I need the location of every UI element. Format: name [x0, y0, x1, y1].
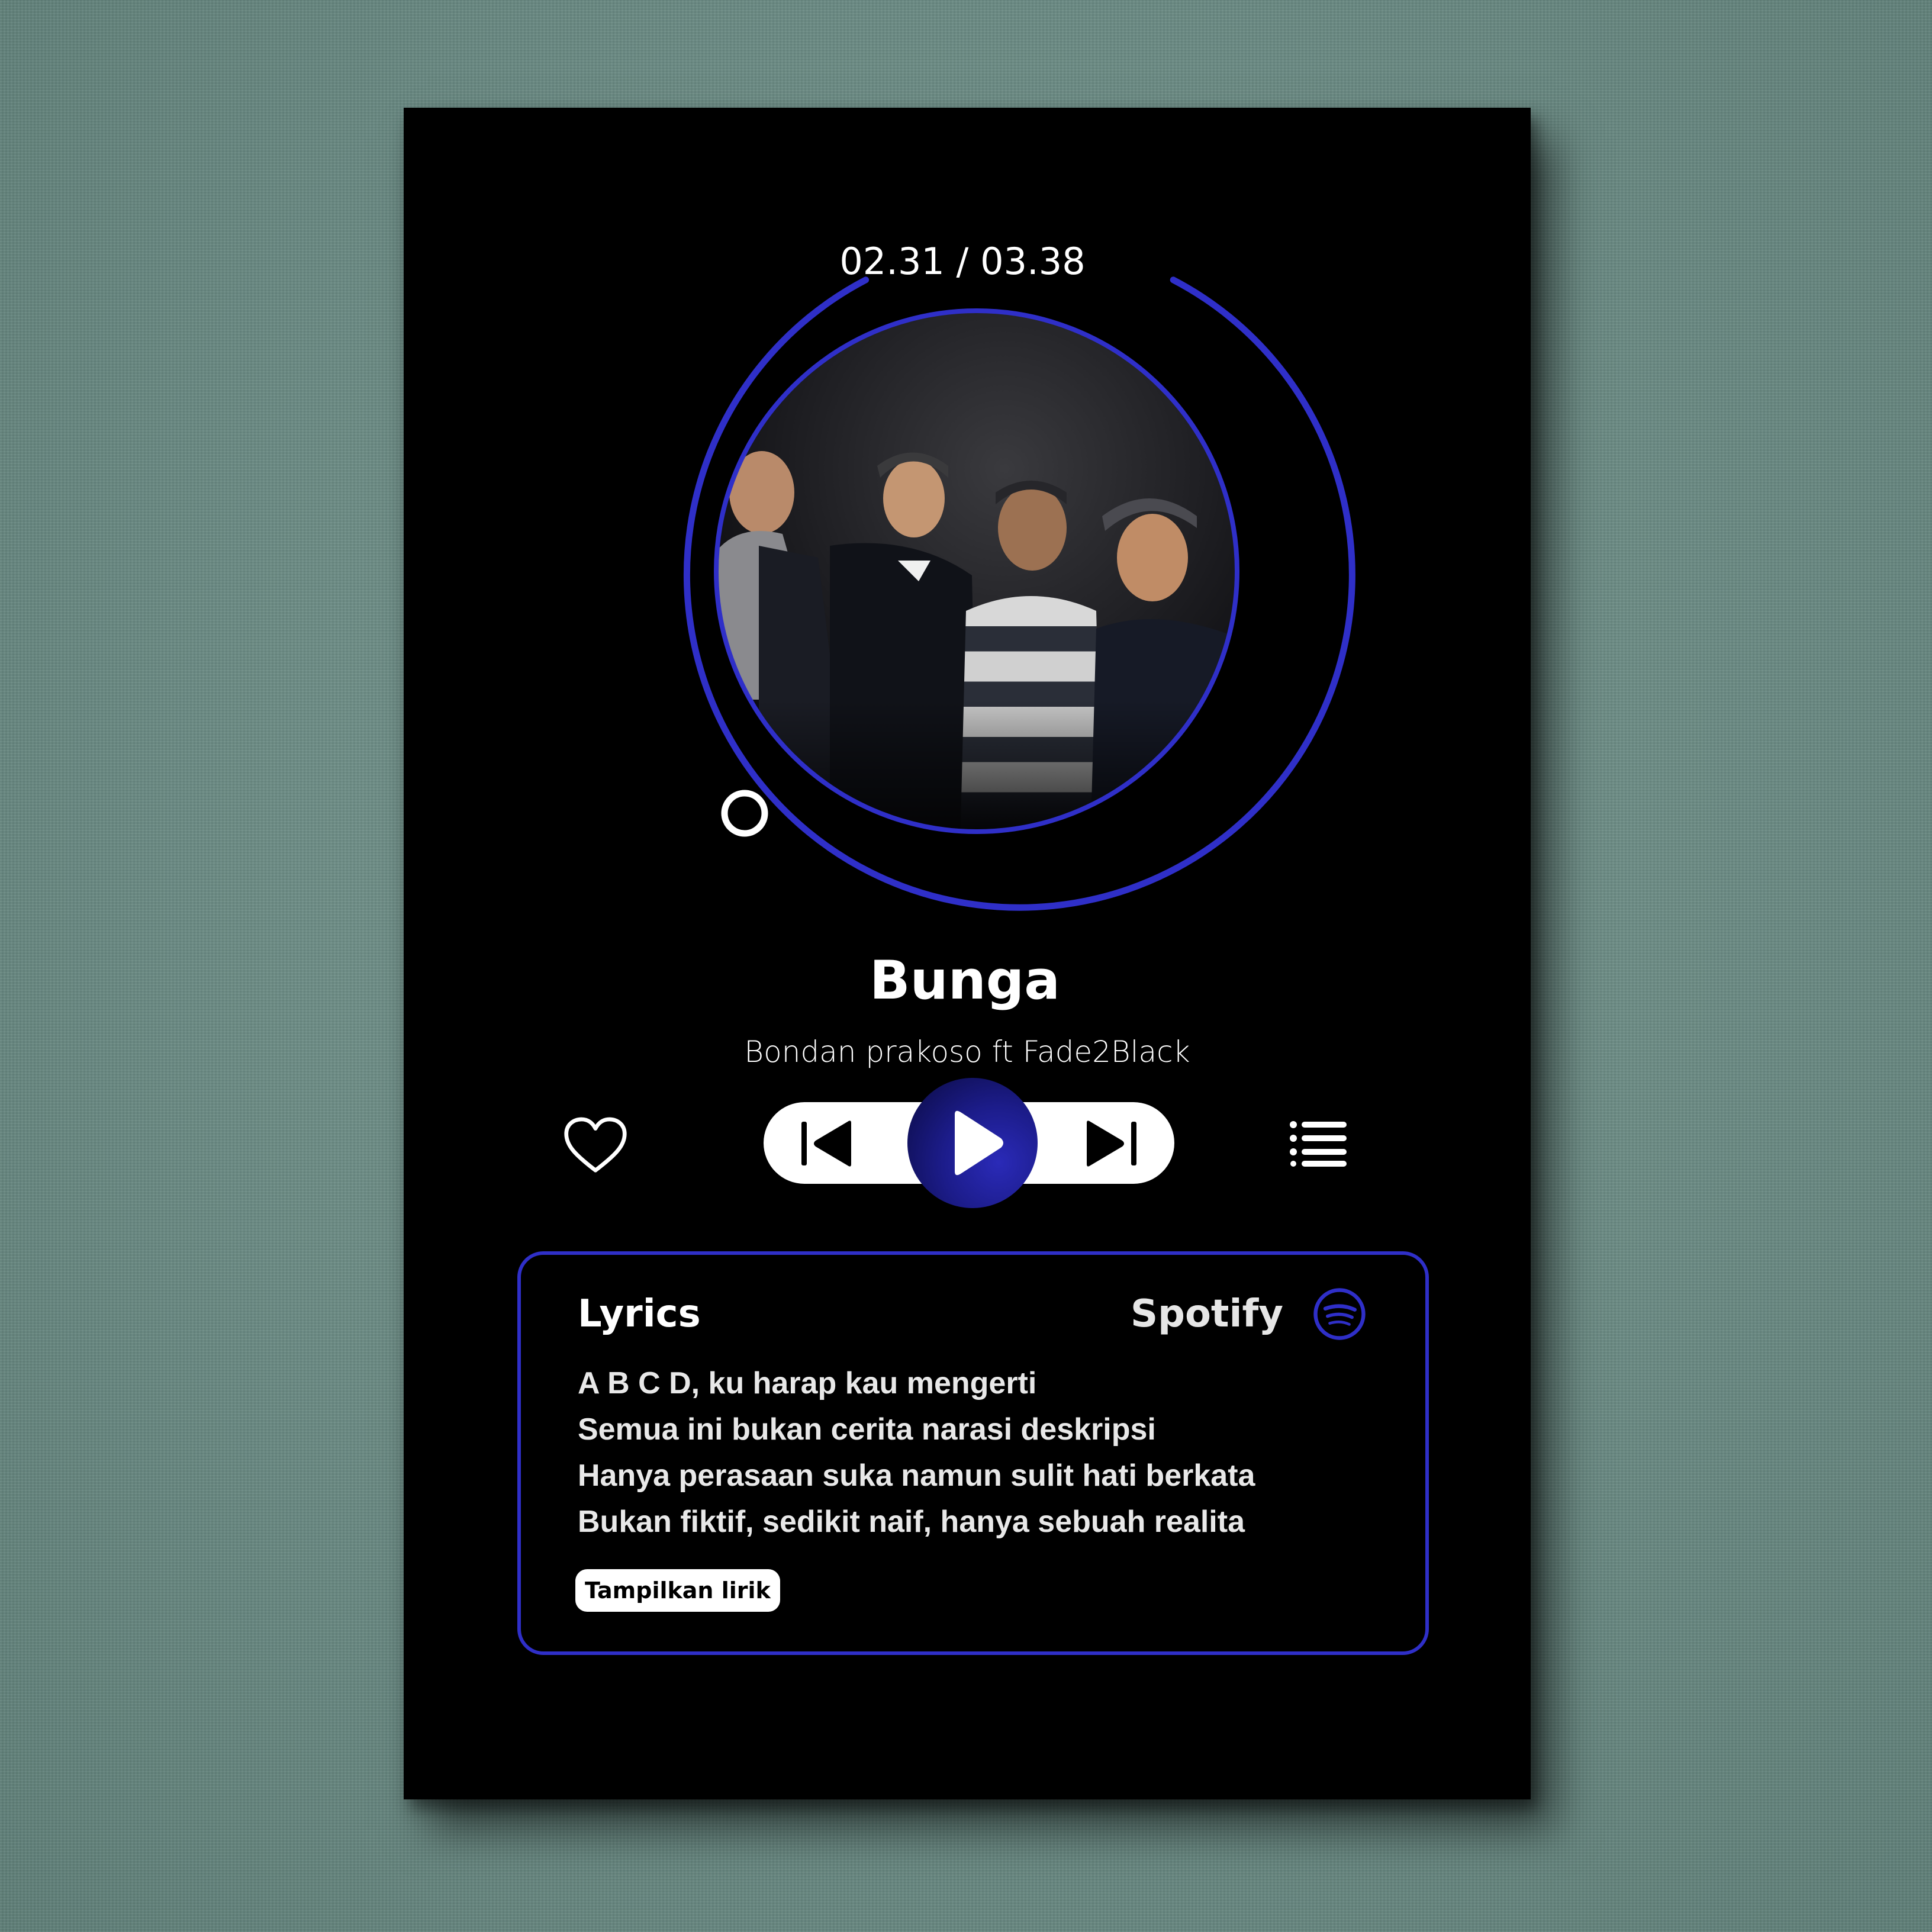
album-disc: [683, 276, 1355, 911]
lyric-line: Semua ini bukan cerita narasi deskripsi: [578, 1412, 1156, 1447]
lyric-line: Bukan fiktif, sedikit naif, hanya sebuah…: [578, 1505, 1245, 1539]
lyric-lines: A B C D, ku harap kau mengerti Semua ini…: [578, 1360, 1395, 1545]
skip-previous-icon[interactable]: [794, 1117, 859, 1170]
lyrics-heading: Lyrics: [578, 1292, 701, 1336]
lyrics-panel: Lyrics Spotify A B C D, ku harap kau men…: [517, 1251, 1429, 1655]
track-title: Bunga: [870, 949, 1060, 1012]
music-player-poster: 02.31 / 03.38 Bunga Bondan prakoso ft Fa…: [404, 108, 1531, 1799]
spotify-icon[interactable]: [1312, 1287, 1367, 1341]
skip-next-icon[interactable]: [1078, 1117, 1144, 1170]
spotify-label: Spotify: [1131, 1292, 1283, 1336]
progress-knob[interactable]: [721, 790, 768, 837]
track-artist: Bondan prakoso ft Fade2Black: [744, 1035, 1190, 1069]
lyric-line: Hanya perasaan suka namun sulit hati ber…: [578, 1458, 1255, 1493]
show-lyrics-button[interactable]: Tampilkan lirik: [575, 1569, 780, 1612]
play-icon: [955, 1110, 1003, 1176]
list-icon[interactable]: [1289, 1120, 1348, 1167]
lyric-line: A B C D, ku harap kau mengerti: [578, 1366, 1037, 1400]
play-button[interactable]: [907, 1078, 1038, 1208]
heart-icon[interactable]: [562, 1114, 629, 1180]
